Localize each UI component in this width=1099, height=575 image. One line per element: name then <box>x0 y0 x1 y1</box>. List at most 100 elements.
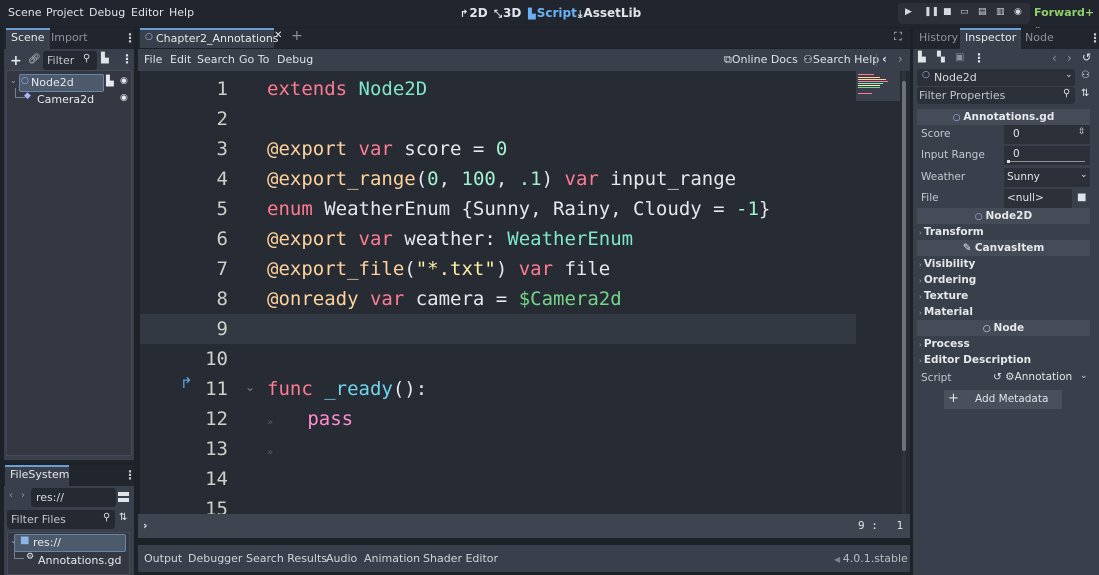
chevron-down-icon[interactable]: ⌄ <box>1080 371 1088 381</box>
script-field[interactable]: ↺ ⚙Annotation <box>993 371 1072 383</box>
add-node-icon[interactable]: + <box>10 53 22 69</box>
attach-script-icon[interactable]: ▙ <box>101 53 109 64</box>
code-line[interactable]: 12» pass <box>140 404 856 434</box>
line-number[interactable]: 4 <box>140 164 228 194</box>
group-process[interactable]: › Process <box>919 338 970 350</box>
link-icon[interactable]: 🔗︎ <box>28 54 41 65</box>
scene-filter-input[interactable]: Filter ⚲ <box>43 51 97 70</box>
minimap-viewport[interactable] <box>856 71 900 101</box>
inspector-menu-icon[interactable]: ⋮ <box>1089 31 1099 45</box>
section-node2d[interactable]: ○ Node2D <box>917 208 1090 224</box>
tree-item-camera2d[interactable]: Camera2d <box>37 93 94 106</box>
remote-debug-icon[interactable]: ▭ <box>960 7 969 17</box>
script-tab[interactable]: ○ Chapter2_Annotations <box>140 28 279 48</box>
script-icon[interactable]: ▙ <box>106 76 114 87</box>
group-transform[interactable]: › Transform <box>919 226 984 238</box>
tab-filesystem[interactable]: FileSystem <box>5 465 69 486</box>
code-line[interactable]: 6 @export var weather: WeatherEnum <box>140 224 856 254</box>
prev-script-icon[interactable]: ‹ <box>882 52 887 66</box>
line-number[interactable]: 10 <box>140 344 228 374</box>
folder-icon[interactable]: ■ <box>1077 192 1086 203</box>
stop-icon[interactable]: ■ <box>943 7 952 17</box>
workspace-assetlib-button[interactable]: ⤓AssetLib <box>578 6 641 20</box>
code-line[interactable]: 5 enum WeatherEnum {Sunny, Rainy, Cloudy … <box>140 194 856 224</box>
online-docs-button[interactable]: ⧉Online Docs <box>724 53 798 67</box>
line-number[interactable]: 13 <box>140 434 228 464</box>
open-resource-icon[interactable]: ▚ <box>937 52 945 63</box>
group-ordering[interactable]: › Ordering <box>919 274 976 286</box>
code-line[interactable]: 4 @export_range(0, 100, .1) var input_ran… <box>140 164 856 194</box>
code-line[interactable]: 15 <box>140 494 856 514</box>
line-number[interactable]: 2 <box>140 104 228 134</box>
collapse-icon[interactable]: ⌄ <box>10 76 17 85</box>
file-item-res[interactable] <box>14 534 126 552</box>
workspace-script-button[interactable]: ▙Script <box>528 6 577 20</box>
section-canvasitem[interactable]: ✎ CanvasItem <box>917 240 1090 256</box>
menu-debug[interactable]: Debug <box>89 6 125 19</box>
line-number[interactable]: 5 <box>140 194 228 224</box>
code-line[interactable]: 10 <box>140 344 856 374</box>
method-override-icon[interactable]: ↱ <box>180 374 193 392</box>
new-resource-icon[interactable]: ▙ <box>918 52 926 63</box>
toggle-script-panel-icon[interactable]: › <box>143 519 148 532</box>
file-item-annotations[interactable]: Annotations.gd <box>38 554 122 567</box>
play-scene-icon[interactable]: ▤ <box>978 7 987 17</box>
object-history-icon[interactable]: ↺ <box>1082 51 1091 64</box>
code-line[interactable]: 14 <box>140 464 856 494</box>
section-annotations-gd[interactable]: ○ Annotations.gd <box>917 109 1090 125</box>
line-number[interactable]: 9 <box>140 314 228 344</box>
pause-icon[interactable]: ❚❚ <box>924 7 939 17</box>
bottom-tab-shader-editor[interactable]: Shader Editor <box>423 552 498 565</box>
group-editor-description[interactable]: › Editor Description <box>919 354 1031 366</box>
score-spinbox[interactable]: 0 ⇳ <box>1004 125 1090 144</box>
path-input[interactable]: res:// <box>31 488 116 507</box>
visibility-icon[interactable]: ◉ <box>120 76 128 86</box>
search-help-button[interactable]: ⚇Search Help <box>803 53 879 66</box>
menu-scene[interactable]: Scene <box>8 6 42 19</box>
code-editor[interactable]: 1 extends Node2D 2 3 @export var score = 0 4 @… <box>140 71 910 514</box>
input-range-slider[interactable]: 0 <box>1004 146 1090 165</box>
collapse-icon[interactable]: ⌄ <box>10 536 17 545</box>
forward-icon[interactable]: › <box>21 490 25 501</box>
editor-menu-edit[interactable]: Edit <box>170 53 191 66</box>
menu-editor[interactable]: Editor <box>131 6 164 19</box>
workspace-3d-button[interactable]: ⤡3D <box>494 6 521 20</box>
group-texture[interactable]: › Texture <box>919 290 968 302</box>
split-view-icon[interactable] <box>118 492 129 502</box>
bottom-tab-debugger[interactable]: Debugger <box>188 552 242 565</box>
bottom-tab-output[interactable]: Output <box>144 552 182 565</box>
back-icon[interactable]: ‹ <box>9 490 13 501</box>
line-number[interactable]: 3 <box>140 134 228 164</box>
reset-icon[interactable]: ↺ <box>993 371 1002 383</box>
tab-node[interactable]: Node <box>1020 28 1059 49</box>
open-docs-icon[interactable]: ⚇ <box>1081 70 1090 81</box>
bottom-tab-audio[interactable]: Audio <box>326 552 357 565</box>
editor-menu-file[interactable]: File <box>144 53 162 66</box>
visibility-icon[interactable]: ◉ <box>120 93 128 103</box>
scrollbar-thumb[interactable] <box>902 81 906 451</box>
property-tools-icon[interactable]: ⇅ <box>1081 88 1089 99</box>
code-line[interactable]: 3 @export var score = 0 <box>140 134 856 164</box>
line-number[interactable]: 14 <box>140 464 228 494</box>
save-resource-icon[interactable]: ▣ <box>955 52 964 63</box>
next-script-icon[interactable]: › <box>898 52 903 66</box>
code-line[interactable]: 9 <box>140 314 856 344</box>
history-forward-icon[interactable]: › <box>1067 51 1072 65</box>
menu-help[interactable]: Help <box>169 6 194 19</box>
editor-menu-debug[interactable]: Debug <box>277 53 313 66</box>
play-custom-scene-icon[interactable]: ▥ <box>996 7 1005 17</box>
tab-import[interactable]: Import <box>46 28 93 49</box>
object-selector[interactable]: ○ Node2d ⌄ <box>917 69 1075 86</box>
weather-dropdown[interactable]: Sunny ⌄ <box>1004 168 1090 187</box>
workspace-2d-button[interactable]: ↱2D <box>460 6 488 20</box>
scene-dock-menu-icon[interactable]: ⋮ <box>124 31 136 45</box>
add-metadata-button[interactable]: + Add Metadata <box>944 390 1062 409</box>
file-path-field[interactable]: <null> <box>1004 189 1072 208</box>
tab-inspector[interactable]: Inspector <box>960 28 1022 49</box>
menu-project[interactable]: Project <box>46 6 84 19</box>
line-number[interactable]: 12 <box>140 404 228 434</box>
distraction-free-icon[interactable]: ⛶ <box>894 30 902 44</box>
filter-files-input[interactable]: Filter Files ⚲ <box>7 510 115 529</box>
slider-grabber[interactable] <box>1007 160 1010 163</box>
code-line[interactable]: 13 » <box>140 434 856 464</box>
